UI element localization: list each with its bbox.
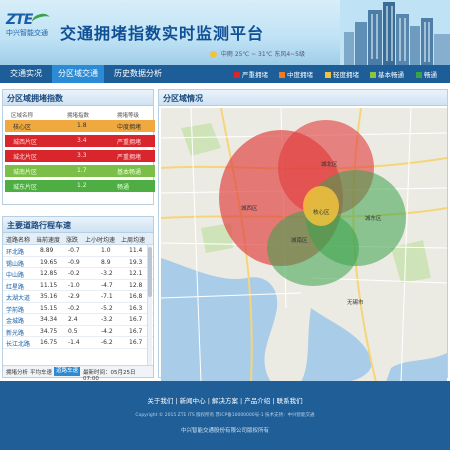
panel-title: 主要道路行程车速	[7, 221, 71, 230]
area-row-south[interactable]: 城南片区 1.7 基本畅通	[5, 165, 155, 177]
legend-item-basic-smooth: 基本畅通	[370, 69, 404, 79]
table-row[interactable]: 红星路 11.15 -1.0 -4.7 12.8	[3, 280, 153, 291]
main-nav: 交通实况 分区域交通 历史数据分析 严重拥堵 中度拥堵 轻度拥堵 基本畅通 畅通	[0, 65, 450, 83]
tab-area-traffic[interactable]: 分区域交通	[52, 65, 104, 83]
legend-swatch	[279, 72, 285, 78]
footer-company: 中兴智能交通股份有限公司版权所有	[180, 428, 269, 434]
speed-table-body: 环北路 8.89 -0.7 1.0 11.4 锡山路 19.65 -0.9 8.…	[3, 245, 153, 349]
logo-main: ZTE	[6, 12, 33, 28]
footer-copyright: Copyright © 2015 ZTE ITS 版权所有 苏ICP备10000…	[135, 413, 315, 418]
scrollbar-thumb[interactable]	[148, 247, 152, 297]
speed-bottom-tabs: 拥堵分析 平均车速 道路车速 最新时间：05月25日 07:00	[3, 365, 153, 382]
table-row[interactable]: 长江北路 16.75 -1.4 -6.2 16.7	[3, 337, 153, 349]
traffic-map[interactable]: 城北区 城西区 核心区 城东区 城南区 无锡市	[161, 108, 447, 382]
speed-table-scrollbar[interactable]	[147, 245, 152, 373]
table-row[interactable]: 太湖大道 35.16 -2.9 -7.1 16.8	[3, 291, 153, 303]
tab-history-analysis[interactable]: 历史数据分析	[108, 65, 168, 83]
logo-sub: 中兴智能交通	[6, 29, 48, 37]
page-title: 交通拥堵指数实时监测平台	[60, 24, 265, 43]
panel-title: 分区域拥堵指数	[7, 94, 63, 103]
footer-links[interactable]: 关于我们 | 新闻中心 | 解决方案 | 产品介绍 | 联系我们	[0, 395, 450, 405]
map-label-south: 城南区	[291, 238, 308, 244]
map-label-north: 城北区	[321, 162, 338, 168]
legend-item-severe: 严重拥堵	[234, 69, 268, 79]
panel-header: 主要道路行程车速	[3, 217, 153, 233]
road-speed-panel: 主要道路行程车速 道路名称 当前速度 涨跌 上小时均速 上周均速 环北路 8.8…	[2, 216, 154, 382]
legend-swatch	[416, 72, 422, 78]
table-row[interactable]: 新光路 34.75 0.5 -4.2 16.7	[3, 326, 153, 337]
map-canvas[interactable]	[161, 108, 447, 382]
weather-sun-icon	[210, 51, 217, 58]
table-row[interactable]: 金城路 34.34 2.4 -3.2 16.7	[3, 314, 153, 326]
tab-traffic-live[interactable]: 交通实况	[4, 65, 48, 83]
area-table: 区域名称 拥堵指数 拥堵等级 核心区 1.8 中度拥堵 城西片区 3.4 严重拥…	[5, 109, 155, 195]
speed-table-header: 道路名称 当前速度 涨跌 上小时均速 上周均速	[3, 233, 153, 245]
table-row[interactable]: 学前路 15.15 -0.2 -5.2 16.3	[3, 303, 153, 314]
legend-swatch	[370, 72, 376, 78]
map-label-core: 核心区	[313, 210, 330, 216]
map-label-west: 城西区	[241, 206, 258, 212]
bottom-tab-road-speed[interactable]: 道路车速	[54, 367, 81, 376]
legend-item-moderate: 中度拥堵	[279, 69, 313, 79]
area-congestion-panel: 分区域拥堵指数 区域名称 拥堵指数 拥堵等级 核心区 1.8 中度拥堵 城西片区…	[2, 89, 155, 205]
city-skyline-image	[340, 0, 450, 65]
panel-title: 分区域情况	[163, 94, 203, 103]
panel-header: 分区域拥堵指数	[3, 90, 153, 106]
table-row[interactable]: 环北路 8.89 -0.7 1.0 11.4	[3, 245, 153, 257]
legend-swatch	[325, 72, 331, 78]
update-time: 最新时间：05月25日 07:00	[83, 370, 136, 382]
area-row-west[interactable]: 城西片区 3.4 严重拥堵	[5, 135, 155, 147]
logo-swoosh-icon	[30, 11, 52, 29]
table-row[interactable]: 中山路 12.85 -0.2 -3.2 12.1	[3, 268, 153, 280]
weather-text: 中雨 25℃ ~ 31℃ 东风4~5级	[220, 51, 305, 58]
map-label-city: 无锡市	[347, 300, 364, 306]
area-row-east[interactable]: 城东片区 1.2 畅通	[5, 180, 155, 192]
logo[interactable]: ZTE 中兴智能交通	[6, 11, 54, 40]
area-row-north[interactable]: 城北片区 3.3 严重拥堵	[5, 150, 155, 162]
panel-header: 分区域情况	[159, 90, 447, 106]
header: ZTE 中兴智能交通 交通拥堵指数实时监测平台 中雨 25℃ ~ 31℃ 东风4…	[0, 0, 450, 65]
area-map-panel: 分区域情况 城北区 城西区 核心区 城东区 城南区 无锡市	[158, 89, 448, 382]
bottom-tab-avg-speed[interactable]: 平均车速	[30, 368, 52, 376]
map-label-east: 城东区	[365, 216, 382, 222]
bottom-tab-congestion[interactable]: 拥堵分析	[6, 368, 28, 376]
legend-swatch	[234, 72, 240, 78]
weather-info: 中雨 25℃ ~ 31℃ 东风4~5级	[210, 49, 305, 58]
table-row[interactable]: 锡山路 19.65 -0.9 8.9 19.3	[3, 257, 153, 268]
footer: 关于我们 | 新闻中心 | 解决方案 | 产品介绍 | 联系我们 Copyrig…	[0, 381, 450, 450]
legend-item-smooth: 畅通	[416, 69, 437, 79]
area-table-header: 区域名称 拥堵指数 拥堵等级	[11, 113, 140, 119]
area-row-core[interactable]: 核心区 1.8 中度拥堵	[5, 120, 155, 132]
legend-item-light: 轻度拥堵	[325, 69, 359, 79]
